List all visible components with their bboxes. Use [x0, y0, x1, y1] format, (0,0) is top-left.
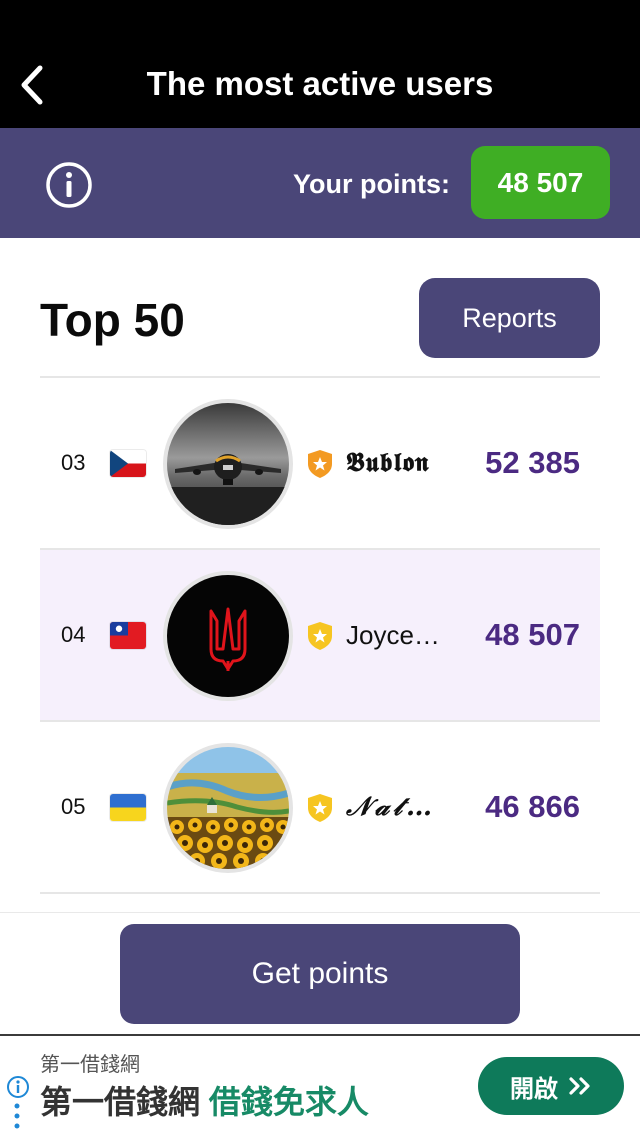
ad-headline: 第一借錢網 借錢免求人 [40, 1082, 369, 1122]
avatar[interactable] [163, 743, 293, 873]
get-points-button[interactable]: Get points [120, 924, 520, 1024]
user-score: 46 866 [485, 789, 580, 824]
orange-shield-star-icon [308, 450, 332, 478]
rank-number: 04 [61, 622, 86, 647]
user-score: 48 507 [485, 617, 580, 652]
taiwan-flag-icon [110, 622, 146, 649]
ad-advertiser: 第一借錢網 [40, 1054, 140, 1076]
red-trident-emblem [167, 575, 289, 697]
ad-open-label: 開啟 [510, 1075, 558, 1103]
leaderboard-title: Top 50 [40, 294, 185, 346]
ukraine-flag-icon [110, 794, 146, 821]
user-score: 52 385 [485, 445, 580, 480]
sunflower-field-painting [167, 747, 289, 869]
username: 𝕭𝖚𝖇𝖑𝖔𝖓 [346, 448, 430, 478]
double-chevron-right-icon [569, 1077, 590, 1095]
avatar[interactable] [163, 571, 293, 701]
rank-number: 05 [61, 794, 86, 819]
yellow-shield-star-icon [308, 794, 332, 822]
rank-number: 03 [61, 450, 86, 475]
your-points-badge: 48 507 [471, 146, 610, 219]
your-points-label: Your points: [293, 169, 450, 199]
leaderboard-row-current-user[interactable]: 04 Joyce… 48 507 [40, 550, 600, 722]
ad-headline-slogan: 借錢免求人 [208, 1084, 369, 1120]
czech-flag-icon [110, 450, 146, 477]
leaderboard-row[interactable]: 05 𝒩𝒶𝓉… 46 866 [40, 722, 600, 894]
ad-info-icon[interactable] [6, 1075, 30, 1099]
page-title: The most active users [146, 65, 494, 102]
reports-button[interactable]: Reports [419, 278, 600, 358]
info-button[interactable] [44, 160, 94, 210]
info-icon [46, 162, 92, 208]
avatar[interactable] [163, 399, 293, 529]
username: 𝒩𝒶𝓉… [346, 792, 437, 822]
ad-headline-brand: 第一借錢網 [40, 1084, 201, 1120]
airplane-photo [167, 403, 289, 525]
ad-open-button[interactable]: 開啟 [478, 1057, 624, 1115]
ad-menu-dots-icon[interactable] [14, 1102, 20, 1130]
leaderboard-row[interactable]: 03 𝕭𝖚𝖇𝖑𝖔𝖓 52 385 [40, 378, 600, 550]
username: Joyce… [346, 620, 440, 650]
yellow-shield-star-icon [308, 622, 332, 650]
